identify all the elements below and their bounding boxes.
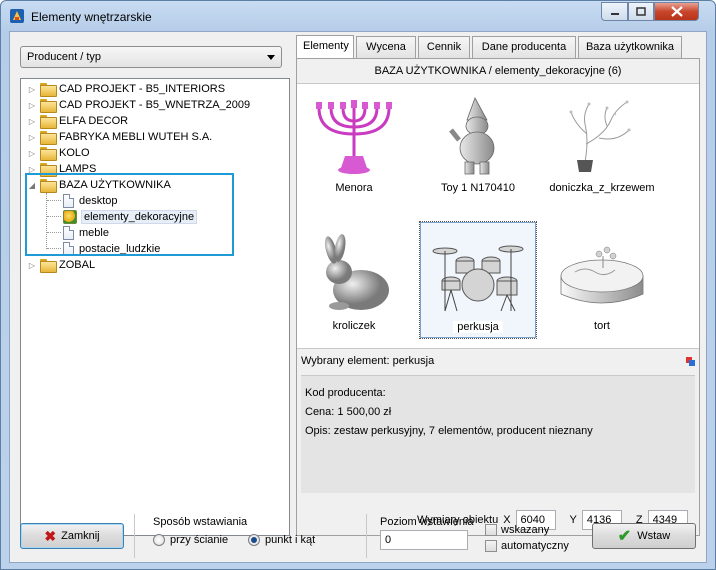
elements-gallery[interactable]: Menora Toy 1 N170410 doniczka_z_krzewem … [297, 83, 699, 349]
radio-point-label: punkt i kąt [265, 534, 316, 546]
tab-cennik[interactable]: Cennik [418, 36, 470, 58]
tree-item[interactable]: ▷ FABRYKA MEBLI WUTEH S.A. [27, 129, 212, 145]
radio-button-selected[interactable] [248, 534, 260, 546]
insert-level-input[interactable] [380, 530, 468, 550]
description: Opis: zestaw perkusyjny, 7 elementów, pr… [305, 425, 593, 437]
folder-icon [40, 83, 57, 97]
gallery-item[interactable]: kroliczek [297, 226, 411, 338]
window-title: Elementy wnętrzarskie [31, 10, 152, 24]
producer-code: Kod producenta: [305, 387, 386, 399]
expand-icon[interactable]: ▷ [27, 116, 37, 126]
folder-icon [40, 147, 57, 161]
radio-wall[interactable]: przy ścianie [153, 534, 228, 546]
sort-combo-value: Producent / typ [27, 51, 101, 63]
plant-thumbnail [569, 100, 631, 172]
cake-thumbnail [560, 246, 644, 304]
tab-baza-uzytkownika[interactable]: Baza użytkownika [578, 36, 682, 58]
price: Cena: 1 500,00 zł [305, 406, 392, 418]
folder-icon [40, 131, 57, 145]
cross-icon: ✖ [44, 527, 57, 544]
insert-button[interactable]: ✔ Wstaw [592, 523, 696, 549]
tree-item[interactable]: ▷ KOLO [27, 145, 90, 161]
gallery-item-label: Toy 1 N170410 [441, 182, 515, 194]
tree-item-label: ELFA DECOR [59, 115, 129, 127]
close-button[interactable]: ✖ Zamknij [20, 523, 124, 549]
expand-icon[interactable]: ▷ [27, 132, 37, 142]
checkmark-icon: ✔ [617, 528, 632, 545]
radio-wall-label: przy ścianie [170, 534, 229, 546]
insert-mode-label: Sposób wstawiania [153, 516, 248, 528]
insert-button-label: Wstaw [637, 530, 671, 542]
minimize-icon [610, 12, 619, 15]
insert-level-label: Poziom wstawienia [380, 516, 474, 528]
gallery-item-label: doniczka_z_krzewem [549, 182, 655, 194]
gallery-item[interactable]: Menora [297, 88, 411, 200]
expand-icon[interactable]: ▷ [27, 148, 37, 158]
gallery-item[interactable]: Toy 1 N170410 [421, 88, 535, 200]
tree-item[interactable]: ▷ CAD PROJEKT - B5_WNETRZA_2009 [27, 97, 250, 113]
gallery-item[interactable]: doniczka_z_krzewem [545, 88, 659, 200]
tree-item-label: CAD PROJEKT - B5_WNETRZA_2009 [59, 99, 251, 111]
dialog-client-area: Producent / typ ▷ CAD PROJEKT - B5_INTER… [9, 31, 707, 563]
gallery-item-label: perkusja [421, 321, 535, 333]
folder-icon [40, 99, 57, 113]
expand-icon[interactable]: ▷ [27, 84, 37, 94]
close-button-label: Zamknij [61, 530, 100, 542]
tree-item[interactable]: ▷ ZOBAL [27, 257, 95, 273]
elements-panel: BAZA UŻYTKOWNIKA / elementy_dekoracyjne … [296, 58, 700, 536]
close-window-button[interactable] [654, 2, 699, 21]
separator [366, 514, 367, 558]
close-icon [670, 6, 683, 17]
element-details: Kod producenta: Cena: 1 500,00 zł Opis: … [301, 375, 695, 493]
tab-wycena[interactable]: Wycena [356, 36, 416, 58]
chevron-down-icon [267, 55, 275, 60]
checkbox-indicated-label: wskazany [501, 524, 550, 536]
app-icon [10, 9, 24, 23]
details-icon[interactable] [686, 357, 695, 366]
tree-item-label: ZOBAL [59, 259, 96, 271]
checkbox-automatic-label: automatyczny [501, 540, 569, 552]
bottom-bar: ✖ Zamknij Sposób wstawiania przy ścianie… [10, 510, 706, 562]
tree-item[interactable]: ▷ ELFA DECOR [27, 113, 128, 129]
tab-elementy[interactable]: Elementy [296, 35, 354, 59]
rabbit-thumbnail [324, 234, 389, 310]
highlight-frame [25, 173, 234, 256]
gallery-item-label: Menora [335, 182, 373, 194]
tab-dane-producenta[interactable]: Dane producenta [472, 36, 576, 58]
selected-element-header: Wybrany element: perkusja [301, 355, 695, 373]
gallery-item[interactable]: tort [545, 226, 659, 338]
tree-item-label: FABRYKA MEBLI WUTEH S.A. [59, 131, 213, 143]
selected-element-title: Wybrany element: perkusja [301, 355, 435, 367]
radio-point-angle[interactable]: punkt i kąt [248, 534, 315, 546]
gallery-item-label: tort [594, 320, 610, 332]
gallery-item-label: kroliczek [332, 320, 376, 332]
menora-thumbnail [316, 100, 392, 174]
gnome-thumbnail [449, 97, 495, 175]
checkbox-automatic[interactable] [485, 540, 497, 552]
tree-item-label: KOLO [59, 147, 90, 159]
expand-icon[interactable]: ▷ [27, 100, 37, 110]
catalog-tree[interactable]: ▷ CAD PROJEKT - B5_INTERIORS ▷ CAD PROJE… [20, 78, 290, 536]
radio-button[interactable] [153, 534, 165, 546]
tree-item[interactable]: ▷ CAD PROJEKT - B5_INTERIORS [27, 81, 225, 97]
folder-icon [40, 115, 57, 129]
folder-icon [40, 259, 57, 273]
maximize-icon [636, 6, 646, 16]
gallery-item-selected[interactable]: perkusja [419, 221, 537, 339]
separator [134, 514, 135, 558]
minimize-button[interactable] [601, 2, 628, 21]
checkbox-indicated[interactable] [485, 524, 497, 536]
main-window: Elementy wnętrzarskie Producent / typ ▷ [0, 0, 716, 570]
category-path: BAZA UŻYTKOWNIKA / elementy_dekoracyjne … [374, 65, 622, 77]
tree-item-label: CAD PROJEKT - B5_INTERIORS [59, 83, 226, 95]
title-bar[interactable]: Elementy wnętrzarskie [1, 1, 715, 31]
sort-combo[interactable]: Producent / typ [20, 46, 282, 68]
maximize-button[interactable] [628, 2, 654, 21]
expand-icon[interactable]: ▷ [27, 260, 37, 270]
drums-thumbnail [432, 245, 524, 312]
